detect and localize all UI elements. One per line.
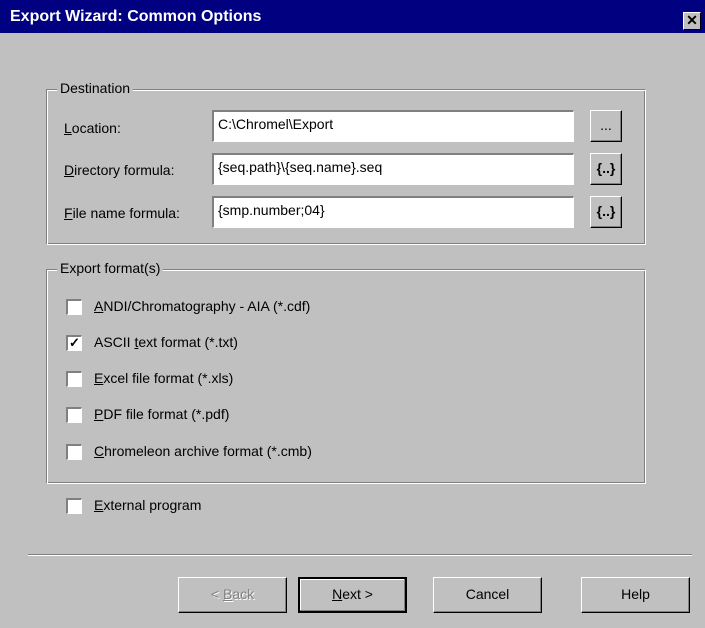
checkbox-label: ANDI/Chromatography - AIA (*.cdf): [94, 298, 311, 314]
checkbox-label: ASCII text format (*.txt): [94, 334, 238, 350]
checkbox-box[interactable]: [66, 444, 82, 460]
checkbox-box[interactable]: [66, 407, 82, 423]
file-name-formula-label: File name formula:: [64, 205, 180, 221]
checkbox-label: Chromeleon archive format (*.cmb): [94, 443, 312, 459]
close-button[interactable]: ✕: [683, 12, 701, 30]
window-title: Export Wizard: Common Options: [10, 8, 262, 25]
browse-button[interactable]: ...: [590, 110, 622, 142]
file-name-formula-input[interactable]: {smp.number;04}: [212, 196, 574, 228]
separator: [28, 554, 692, 556]
checkbox-box[interactable]: ✓: [66, 335, 82, 351]
location-label: Location:: [64, 120, 121, 136]
checkbox-box[interactable]: [66, 498, 82, 514]
checkbox-box[interactable]: [66, 371, 82, 387]
export-formats-legend: Export format(s): [57, 260, 164, 276]
checkbox-label: PDF file format (*.pdf): [94, 406, 230, 422]
checkbox-label: Excel file format (*.xls): [94, 370, 234, 386]
location-input[interactable]: C:\Chromel\Export: [212, 110, 574, 142]
close-icon: ✕: [686, 12, 698, 28]
file-name-formula-button[interactable]: {..}: [590, 196, 622, 228]
checkbox-box[interactable]: [66, 299, 82, 315]
cancel-button[interactable]: Cancel: [433, 577, 542, 613]
directory-formula-button[interactable]: {..}: [590, 153, 622, 185]
next-button[interactable]: Next >: [298, 577, 407, 613]
directory-formula-label: Directory formula:: [64, 162, 175, 178]
back-button[interactable]: < Back: [178, 577, 287, 613]
help-button[interactable]: Help: [581, 577, 690, 613]
directory-formula-input[interactable]: {seq.path}\{seq.name}.seq: [212, 153, 574, 185]
checkbox-label: External program: [94, 497, 202, 513]
title-bar: Export Wizard: Common Options ✕: [0, 0, 705, 33]
destination-legend: Destination: [57, 80, 134, 96]
